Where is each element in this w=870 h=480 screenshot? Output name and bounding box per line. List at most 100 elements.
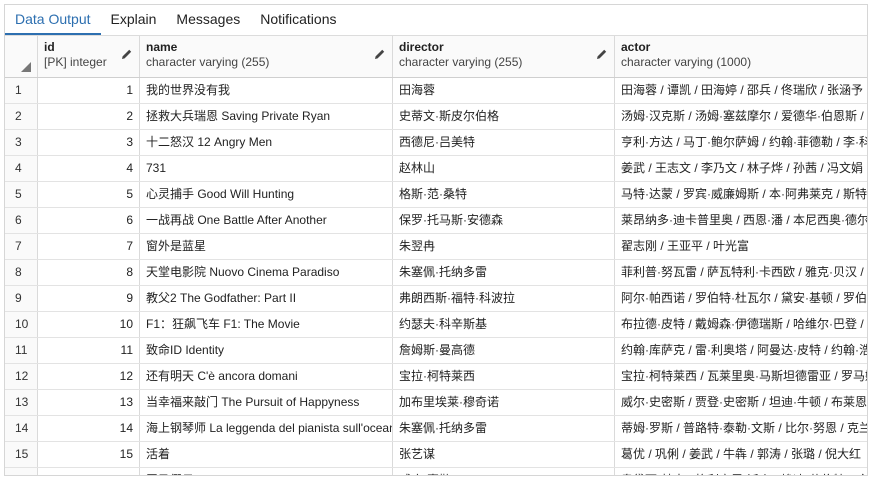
cell-actor[interactable]: 莱昂纳多·迪卡普里奥 / 西恩·潘 / 本尼西奥·德尔·托 <box>615 208 867 233</box>
cell-id[interactable]: 14 <box>38 416 140 441</box>
cell-director[interactable]: 史蒂文·斯皮尔伯格 <box>393 104 615 129</box>
cell-id[interactable]: 16 <box>38 468 140 475</box>
table-row[interactable]: 4 4 731 赵林山 姜武 / 王志文 / 李乃文 / 林子烨 / 孙茜 / 冯文娟 <box>5 156 867 182</box>
cell-id[interactable]: 9 <box>38 286 140 311</box>
cell-actor[interactable]: 亨利·方达 / 马丁·鲍尔萨姆 / 约翰·菲德勒 / 李·科 <box>615 130 867 155</box>
cell-director[interactable]: 田海蓉 <box>393 78 615 103</box>
cell-actor[interactable]: 汤姆·汉克斯 / 汤姆·塞兹摩尔 / 爱德华·伯恩斯 / 巴 <box>615 104 867 129</box>
cell-actor[interactable]: 姜武 / 王志文 / 李乃文 / 林子烨 / 孙茜 / 冯文娟 <box>615 156 867 181</box>
cell-id[interactable]: 13 <box>38 390 140 415</box>
table-row[interactable]: 8 8 天堂电影院 Nuovo Cinema Paradiso 朱塞佩·托纳多雷 菲利普… <box>5 260 867 286</box>
table-row[interactable]: 1616罗马假日 Roman Holiday威廉·惠勒奥黛丽·赫本 / 格利高里… <box>5 468 867 475</box>
column-header-id[interactable]: id [PK] integer <box>38 36 140 77</box>
cell-director[interactable]: 朱塞佩·托纳多雷 <box>393 260 615 285</box>
cell-director[interactable]: 詹姆斯·曼高德 <box>393 338 615 363</box>
table-row[interactable]: 7 7 窗外是蓝星 朱翌冉 翟志刚 / 王亚平 / 叶光富 <box>5 234 867 260</box>
cell-name[interactable]: 罗马假日 Roman Holiday <box>140 468 393 475</box>
cell-id[interactable]: 5 <box>38 182 140 207</box>
pencil-icon[interactable] <box>596 48 608 60</box>
cell-actor[interactable]: 翟志刚 / 王亚平 / 叶光富 <box>615 234 867 259</box>
cell-name[interactable]: 天堂电影院 Nuovo Cinema Paradiso <box>140 260 393 285</box>
cell-name[interactable]: 还有明天 C'è ancora domani <box>140 364 393 389</box>
table-row[interactable]: 2 2 拯救大兵瑞恩 Saving Private Ryan 史蒂文·斯皮尔伯格 汤姆·… <box>5 104 867 130</box>
cell-id[interactable]: 6 <box>38 208 140 233</box>
cell-id[interactable]: 11 <box>38 338 140 363</box>
cell-name[interactable]: 当幸福来敲门 The Pursuit of Happyness <box>140 390 393 415</box>
cell-id[interactable]: 8 <box>38 260 140 285</box>
cell-name[interactable]: 海上钢琴师 La leggenda del pianista sull'ocea… <box>140 416 393 441</box>
cell-actor[interactable]: 田海蓉 / 谭凯 / 田海婷 / 邵兵 / 佟瑞欣 / 张涵予 <box>615 78 867 103</box>
cell-actor[interactable]: 威尔·史密斯 / 贾登·史密斯 / 坦迪·牛顿 / 布莱恩· <box>615 390 867 415</box>
cell-director[interactable]: 威廉·惠勒 <box>393 468 615 475</box>
row-number[interactable]: 11 <box>5 338 38 363</box>
tab-messages[interactable]: Messages <box>166 5 250 35</box>
row-number[interactable]: 6 <box>5 208 38 233</box>
table-row[interactable]: 6 6 一战再战 One Battle After Another 保罗·托马斯·安德… <box>5 208 867 234</box>
cell-id[interactable]: 1 <box>38 78 140 103</box>
cell-director[interactable]: 约瑟夫·科辛斯基 <box>393 312 615 337</box>
cell-id[interactable]: 2 <box>38 104 140 129</box>
column-header-director[interactable]: director character varying (255) <box>393 36 615 77</box>
cell-name[interactable]: 心灵捕手 Good Will Hunting <box>140 182 393 207</box>
cell-name[interactable]: 窗外是蓝星 <box>140 234 393 259</box>
cell-name[interactable]: F1：狂飙飞车 F1: The Movie <box>140 312 393 337</box>
cell-director[interactable]: 格斯·范·桑特 <box>393 182 615 207</box>
cell-id[interactable]: 10 <box>38 312 140 337</box>
pencil-icon[interactable] <box>374 48 386 60</box>
cell-name[interactable]: 活着 <box>140 442 393 467</box>
cell-director[interactable]: 保罗·托马斯·安德森 <box>393 208 615 233</box>
table-row[interactable]: 13 13 当幸福来敲门 The Pursuit of Happyness 加布里埃莱… <box>5 390 867 416</box>
row-number[interactable]: 16 <box>5 468 38 475</box>
tab-notifications[interactable]: Notifications <box>250 5 346 35</box>
cell-actor[interactable]: 蒂姆·罗斯 / 普路特·泰勒·文斯 / 比尔·努恩 / 克兰 <box>615 416 867 441</box>
cell-actor[interactable]: 奥黛丽·赫本 / 格利高里·派克 / 埃迪·艾伯特 / 哈特利 <box>615 468 867 475</box>
row-number[interactable]: 14 <box>5 416 38 441</box>
tab-explain[interactable]: Explain <box>101 5 167 35</box>
row-number[interactable]: 7 <box>5 234 38 259</box>
row-number[interactable]: 12 <box>5 364 38 389</box>
table-row[interactable]: 10 10 F1：狂飙飞车 F1: The Movie 约瑟夫·科辛斯基 布拉德·皮特 … <box>5 312 867 338</box>
cell-id[interactable]: 15 <box>38 442 140 467</box>
tab-data-output[interactable]: Data Output <box>5 5 101 35</box>
row-number[interactable]: 8 <box>5 260 38 285</box>
table-row[interactable]: 15 15 活着 张艺谋 葛优 / 巩俐 / 姜武 / 牛犇 / 郭涛 / 张璐 / 倪… <box>5 442 867 468</box>
cell-name[interactable]: 我的世界没有我 <box>140 78 393 103</box>
cell-director[interactable]: 西德尼·吕美特 <box>393 130 615 155</box>
row-number[interactable]: 5 <box>5 182 38 207</box>
cell-actor[interactable]: 布拉德·皮特 / 戴姆森·伊德瑞斯 / 哈维尔·巴登 / 克 <box>615 312 867 337</box>
cell-actor[interactable]: 葛优 / 巩俐 / 姜武 / 牛犇 / 郭涛 / 张璐 / 倪大红 <box>615 442 867 467</box>
cell-director[interactable]: 张艺谋 <box>393 442 615 467</box>
row-number[interactable]: 4 <box>5 156 38 181</box>
cell-director[interactable]: 加布里埃莱·穆奇诺 <box>393 390 615 415</box>
cell-actor[interactable]: 马特·达蒙 / 罗宾·威廉姆斯 / 本·阿弗莱克 / 斯特兰 <box>615 182 867 207</box>
row-number[interactable]: 1 <box>5 78 38 103</box>
row-number[interactable]: 9 <box>5 286 38 311</box>
table-row[interactable]: 14 14 海上钢琴师 La leggenda del pianista sull'… <box>5 416 867 442</box>
cell-id[interactable]: 7 <box>38 234 140 259</box>
cell-actor[interactable]: 菲利普·努瓦雷 / 萨瓦特利·卡西欧 / 雅克·贝汉 / 马 <box>615 260 867 285</box>
column-header-name[interactable]: name character varying (255) <box>140 36 393 77</box>
row-number[interactable]: 13 <box>5 390 38 415</box>
cell-actor[interactable]: 阿尔·帕西诺 / 罗伯特·杜瓦尔 / 黛安·基顿 / 罗伯特 <box>615 286 867 311</box>
cell-director[interactable]: 宝拉·柯特莱西 <box>393 364 615 389</box>
row-number[interactable]: 3 <box>5 130 38 155</box>
cell-director[interactable]: 朱塞佩·托纳多雷 <box>393 416 615 441</box>
cell-director[interactable]: 弗朗西斯·福特·科波拉 <box>393 286 615 311</box>
row-number[interactable]: 15 <box>5 442 38 467</box>
cell-id[interactable]: 3 <box>38 130 140 155</box>
table-row[interactable]: 3 3 十二怒汉 12 Angry Men 西德尼·吕美特 亨利·方达 / 马丁·鲍尔萨… <box>5 130 867 156</box>
cell-name[interactable]: 十二怒汉 12 Angry Men <box>140 130 393 155</box>
cell-director[interactable]: 朱翌冉 <box>393 234 615 259</box>
row-number[interactable]: 10 <box>5 312 38 337</box>
table-row[interactable]: 5 5 心灵捕手 Good Will Hunting 格斯·范·桑特 马特·达蒙 / 罗… <box>5 182 867 208</box>
column-header-actor[interactable]: actor character varying (1000) <box>615 36 867 77</box>
row-number[interactable]: 2 <box>5 104 38 129</box>
cell-name[interactable]: 一战再战 One Battle After Another <box>140 208 393 233</box>
cell-actor[interactable]: 约翰·库萨克 / 雷·利奥塔 / 阿曼达·皮特 / 约翰·浩克 <box>615 338 867 363</box>
table-row[interactable]: 1 1 我的世界没有我 田海蓉 田海蓉 / 谭凯 / 田海婷 / 邵兵 / 佟瑞欣 / … <box>5 78 867 104</box>
cell-name[interactable]: 拯救大兵瑞恩 Saving Private Ryan <box>140 104 393 129</box>
pencil-icon[interactable] <box>121 48 133 60</box>
cell-name[interactable]: 致命ID Identity <box>140 338 393 363</box>
table-row[interactable]: 11 11 致命ID Identity 詹姆斯·曼高德 约翰·库萨克 / 雷·利奥塔 /… <box>5 338 867 364</box>
cell-actor[interactable]: 宝拉·柯特莱西 / 瓦莱里奥·马斯坦德雷亚 / 罗马娜· <box>615 364 867 389</box>
